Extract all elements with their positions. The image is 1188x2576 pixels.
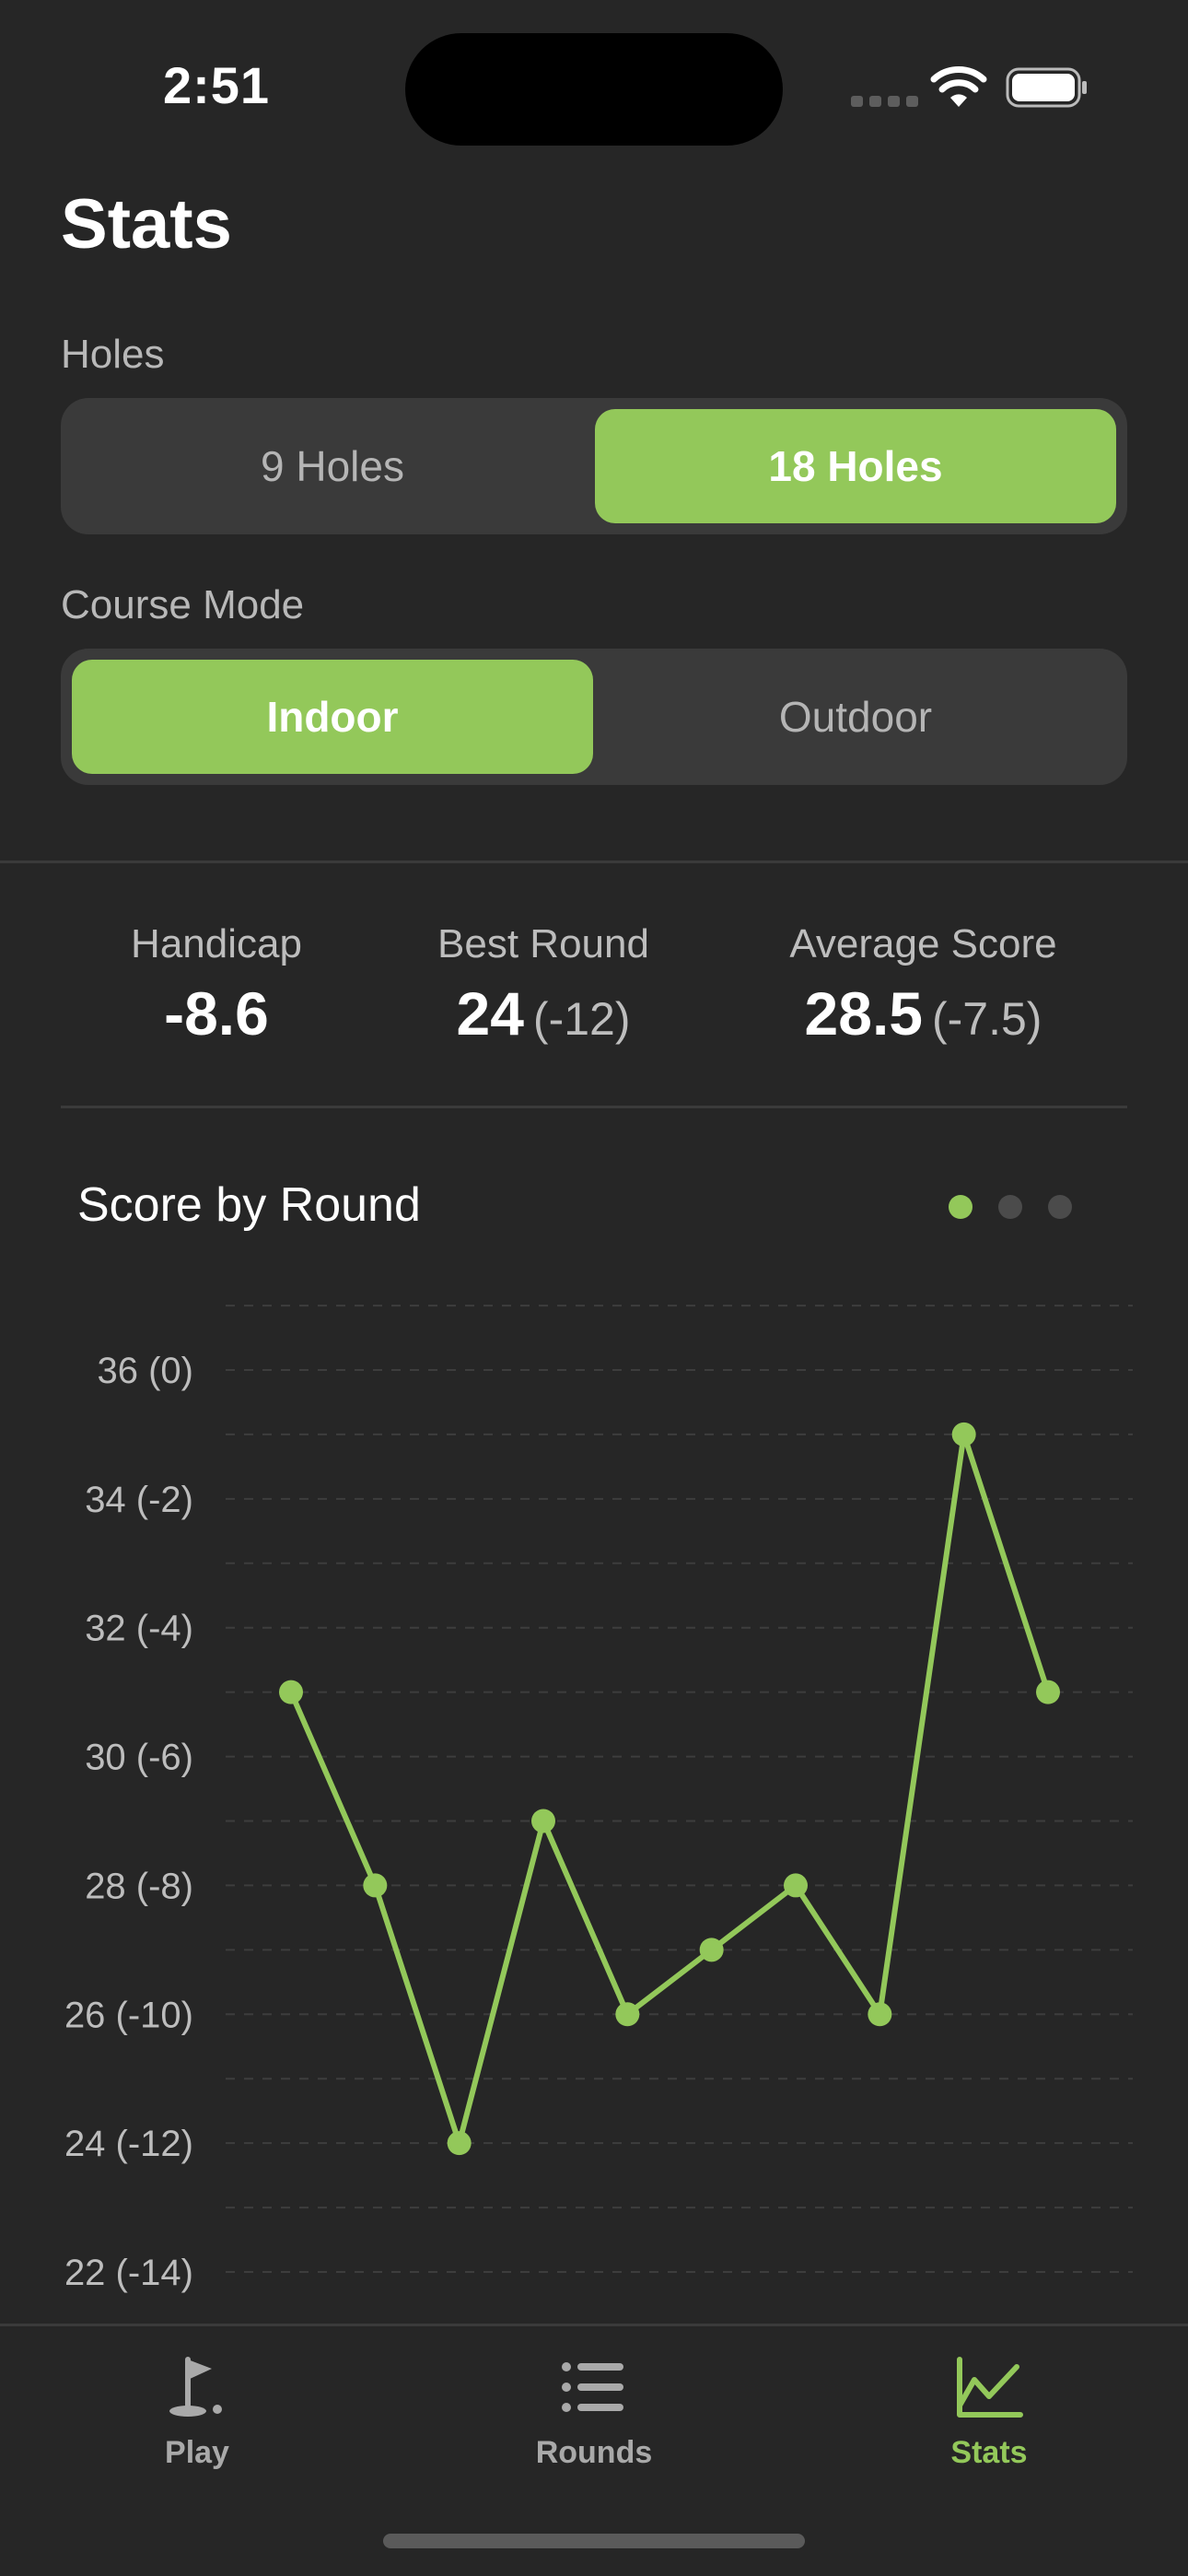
y-tick-label: 24 (-12) — [64, 2124, 193, 2164]
tab-rounds-label: Rounds — [535, 2435, 653, 2470]
score-point — [363, 1873, 388, 1898]
home-indicator — [383, 2534, 805, 2548]
chart-title: Score by Round — [77, 1178, 421, 1232]
y-tick-label: 26 (-10) — [64, 1995, 193, 2035]
stats-screen: 2:51 Stats Holes 9 Holes 18 Holes Course… — [0, 0, 1188, 2576]
course-mode-option-outdoor[interactable]: Outdoor — [595, 660, 1116, 774]
best-round-label: Best Round — [437, 921, 649, 966]
score-point — [279, 1680, 303, 1704]
battery-icon — [1006, 67, 1087, 108]
holes-option-18[interactable]: 18 Holes — [595, 409, 1116, 523]
holes-segmented-control: 9 Holes 18 Holes — [61, 398, 1127, 534]
y-tick-label: 30 (-6) — [85, 1738, 193, 1778]
handicap-metric: Handicap -8.6 — [92, 921, 341, 1048]
score-point — [615, 2002, 640, 2027]
score-point — [784, 1873, 808, 1898]
score-point — [951, 1422, 976, 1446]
page-dot-3[interactable] — [1048, 1195, 1072, 1219]
handicap-value: -8.6 — [164, 979, 269, 1048]
list-icon — [562, 2362, 623, 2412]
y-tick-label: 22 (-14) — [64, 2253, 193, 2293]
average-score-label: Average Score — [789, 921, 1057, 966]
cellular-signal-icon — [851, 96, 918, 107]
score-point — [1036, 1680, 1060, 1704]
y-tick-label: 36 (0) — [98, 1351, 194, 1391]
y-tick-label: 32 (-4) — [85, 1609, 193, 1649]
metrics-divider — [61, 1106, 1127, 1108]
section-divider — [0, 861, 1188, 863]
page-indicator[interactable] — [949, 1195, 1072, 1219]
course-mode-label: Course Mode — [61, 582, 305, 627]
y-tick-label: 28 (-8) — [85, 1866, 193, 1906]
holes-option-9[interactable]: 9 Holes — [72, 409, 593, 523]
best-round-metric: Best Round 24 (-12) — [405, 921, 681, 1048]
holes-label: Holes — [61, 332, 165, 377]
score-point — [447, 2131, 472, 2156]
score-point — [699, 1938, 724, 1962]
score-line — [288, 1431, 1051, 2147]
score-point — [868, 2002, 892, 2027]
tab-stats[interactable]: Stats — [869, 2354, 1109, 2471]
dynamic-island — [405, 33, 783, 146]
average-score-value: 28.5 — [804, 979, 923, 1048]
y-tick-label: 34 (-2) — [85, 1480, 193, 1520]
page-title: Stats — [61, 185, 232, 263]
score-by-round-chart: 22 (-14) 24 (-12) 26 (-10) 28 (-8) 30 (-6) 32… — [64, 1305, 1133, 2293]
best-round-relative: (-12) — [532, 993, 631, 1045]
average-score-relative: (-7.5) — [932, 993, 1042, 1045]
chart-line-icon — [957, 2357, 1023, 2418]
page-dot-2[interactable] — [998, 1195, 1022, 1219]
course-mode-option-indoor[interactable]: Indoor — [72, 660, 593, 774]
score-point — [531, 1809, 555, 1833]
handicap-label: Handicap — [131, 921, 302, 966]
tab-play-label: Play — [165, 2435, 229, 2470]
average-score-metric: Average Score 28.5 (-7.5) — [764, 921, 1082, 1048]
best-round-value: 24 — [456, 979, 524, 1048]
tab-stats-label: Stats — [950, 2435, 1028, 2470]
golf-flag-icon — [169, 2357, 222, 2417]
page-dot-1[interactable] — [949, 1195, 973, 1219]
course-mode-segmented-control: Indoor Outdoor — [61, 649, 1127, 785]
wifi-icon — [930, 66, 987, 107]
status-time: 2:51 — [162, 56, 271, 114]
tab-rounds[interactable]: Rounds — [474, 2354, 714, 2471]
tab-play[interactable]: Play — [77, 2354, 317, 2471]
